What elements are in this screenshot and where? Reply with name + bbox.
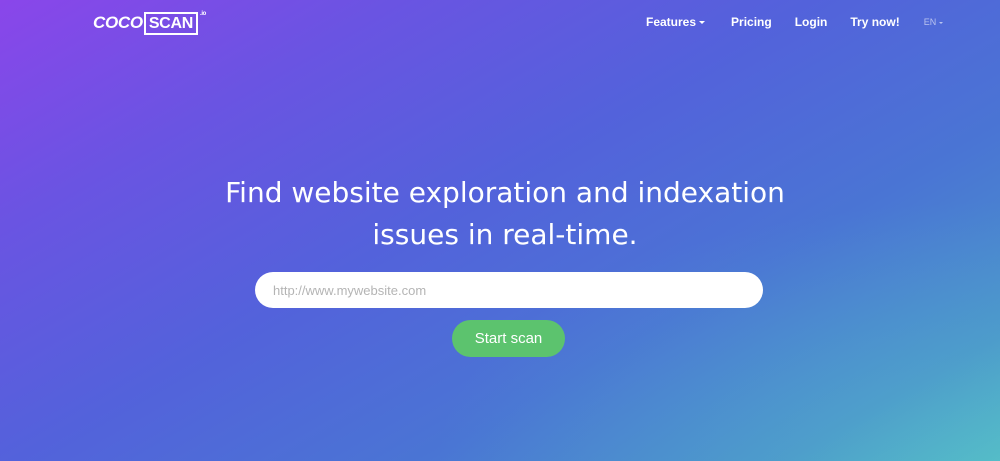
nav-link-pricing[interactable]: Pricing <box>731 15 772 29</box>
chevron-down-icon <box>699 21 706 24</box>
start-scan-button[interactable]: Start scan <box>452 320 565 357</box>
logo-text-coco: COCO <box>93 13 143 32</box>
hero-headline: Find website exploration and indexation … <box>225 176 785 251</box>
main-navigation: Features Pricing Login Try now! EN <box>646 15 944 29</box>
nav-link-try-now[interactable]: Try now! <box>850 15 899 29</box>
language-label: EN <box>923 17 937 27</box>
logo-text-scan: SCAN <box>143 11 198 35</box>
chevron-down-icon <box>939 21 944 24</box>
logo-text-suffix: .io <box>199 11 207 17</box>
site-logo[interactable]: COCO SCAN .io <box>93 11 206 35</box>
website-url-input[interactable] <box>255 272 763 308</box>
language-selector[interactable]: EN <box>924 17 944 27</box>
nav-features-label: Features <box>646 15 697 29</box>
nav-link-login[interactable]: Login <box>795 15 828 29</box>
nav-features-dropdown[interactable]: Features <box>646 15 706 29</box>
